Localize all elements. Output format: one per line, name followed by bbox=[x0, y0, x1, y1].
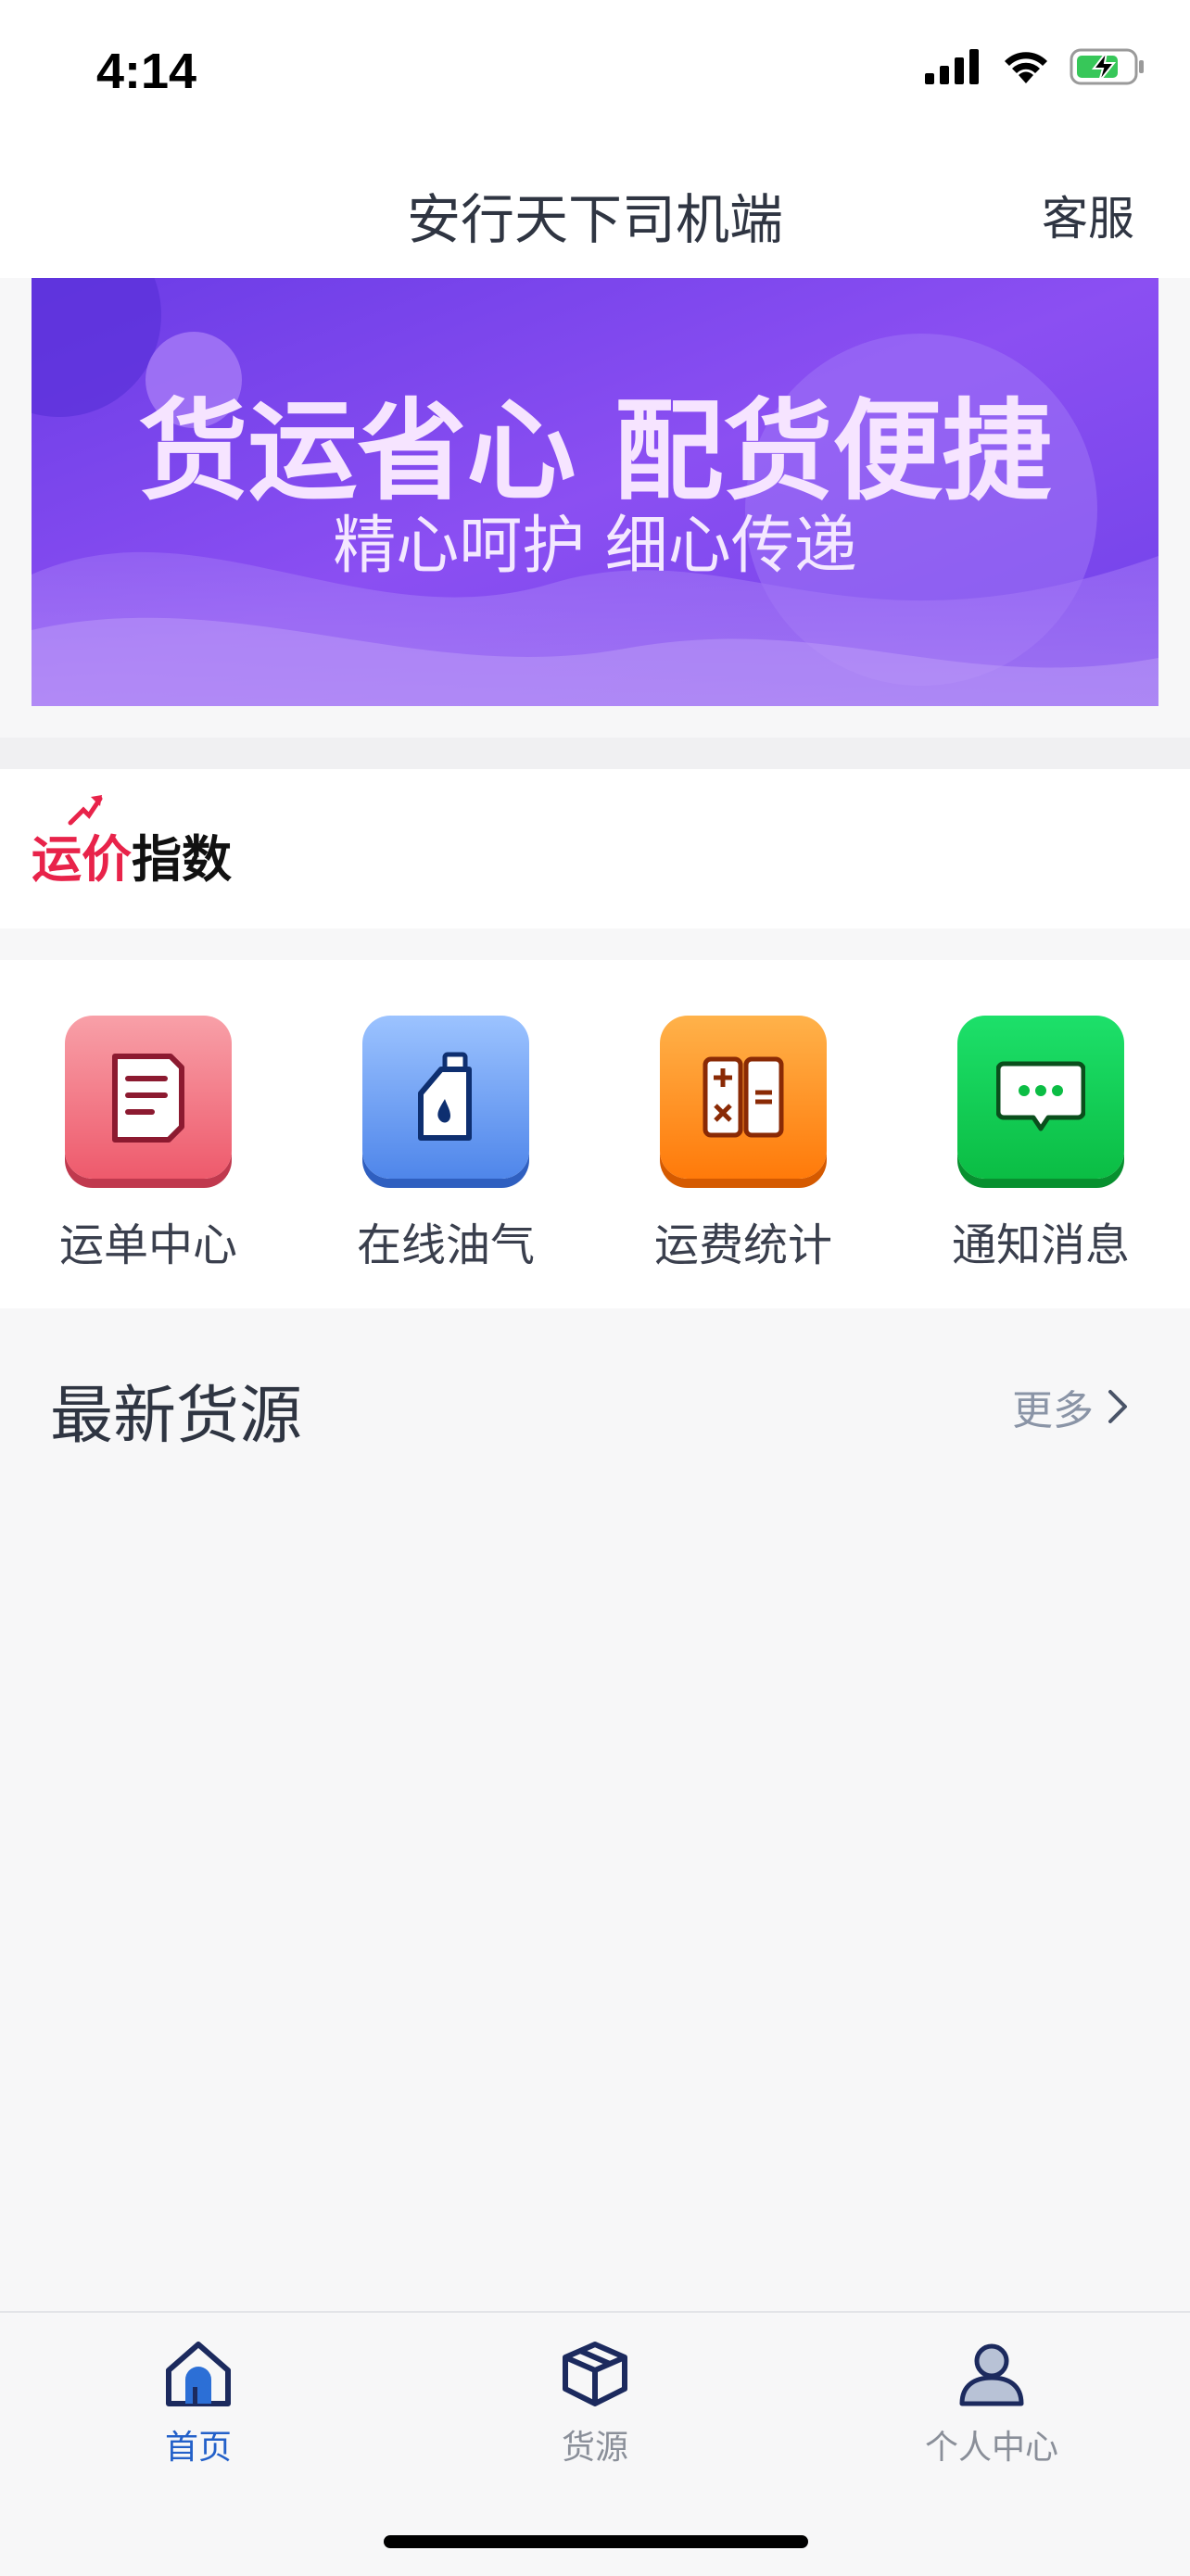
person-icon bbox=[959, 2343, 1024, 2406]
customer-service-button[interactable]: 客服 bbox=[1042, 182, 1134, 248]
signal-icon bbox=[925, 49, 979, 84]
more-link[interactable]: 更多 bbox=[1012, 1377, 1129, 1436]
tab-home[interactable]: 首页 bbox=[0, 2313, 397, 2498]
waybill-center-button[interactable]: 运单中心 bbox=[0, 1016, 297, 1273]
banner-headline: 货运省心 配货便捷 bbox=[138, 387, 1051, 515]
box-icon bbox=[563, 2342, 627, 2406]
more-label: 更多 bbox=[1012, 1387, 1094, 1434]
wifi-icon bbox=[1005, 52, 1047, 83]
freight-index-red-text: 运价 bbox=[32, 830, 132, 889]
battery-charging-icon bbox=[1070, 48, 1144, 85]
promo-banner[interactable]: 货运省心 配货便捷 精心呵护 细心传递 bbox=[32, 278, 1158, 706]
tab-cargo-label: 货源 bbox=[561, 2429, 628, 2467]
document-icon bbox=[65, 1016, 232, 1179]
oil-bottle-icon bbox=[362, 1016, 529, 1179]
freight-stats-button[interactable]: 运费统计 bbox=[595, 1016, 892, 1273]
calculator-icon bbox=[660, 1016, 827, 1179]
freight-index-logo: 运价 指数 bbox=[32, 795, 232, 891]
tab-home-label: 首页 bbox=[164, 2429, 232, 2467]
banner-subline: 精心呵护 细心传递 bbox=[333, 510, 857, 583]
status-icons bbox=[925, 48, 1146, 85]
trend-up-icon bbox=[68, 795, 103, 826]
online-fuel-button[interactable]: 在线油气 bbox=[298, 1016, 594, 1273]
home-icon bbox=[166, 2342, 231, 2406]
page-title: 安行天下司机端 bbox=[406, 188, 783, 251]
chevron-right-icon bbox=[1108, 1390, 1127, 1423]
section-divider bbox=[0, 738, 1190, 769]
notifications-button[interactable]: 通知消息 bbox=[892, 1016, 1189, 1273]
notifications-label: 通知消息 bbox=[951, 1219, 1130, 1271]
status-time: 4:14 bbox=[96, 44, 197, 99]
tab-cargo[interactable]: 货源 bbox=[397, 2313, 793, 2498]
message-icon bbox=[957, 1016, 1124, 1179]
tab-profile[interactable]: 个人中心 bbox=[793, 2313, 1190, 2498]
quick-actions: 运单中心 在线油气 运费统计 通知消息 bbox=[0, 960, 1190, 1308]
banner-artwork: 货运省心 配货便捷 精心呵护 细心传递 bbox=[32, 278, 1158, 706]
status-bar: 4:14 bbox=[0, 0, 1190, 139]
home-indicator bbox=[384, 2535, 808, 2548]
nav-bar: 安行天下司机端 客服 bbox=[0, 139, 1190, 278]
freight-index-black-text: 指数 bbox=[132, 830, 232, 889]
tab-profile-label: 个人中心 bbox=[924, 2429, 1058, 2467]
online-fuel-label: 在线油气 bbox=[356, 1219, 535, 1271]
latest-cargo-title: 最新货源 bbox=[50, 1380, 303, 1453]
freight-stats-label: 运费统计 bbox=[653, 1219, 832, 1271]
waybill-center-label: 运单中心 bbox=[58, 1219, 237, 1271]
freight-index-card[interactable]: 运价 指数 bbox=[0, 769, 1190, 928]
